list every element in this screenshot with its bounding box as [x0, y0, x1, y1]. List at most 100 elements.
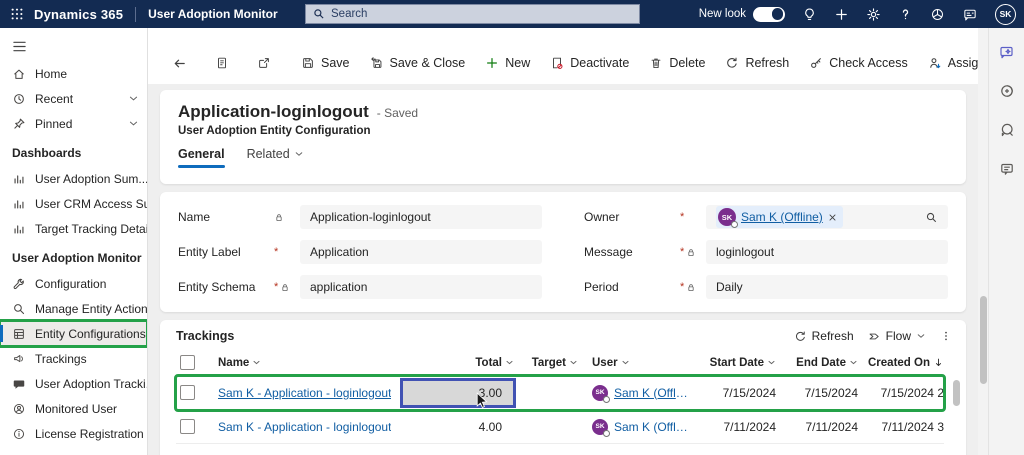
help-icon[interactable]: [898, 7, 913, 22]
tracking-record-link[interactable]: Sam K - Application - loginlogout: [218, 420, 391, 434]
record-title: Application-loginlogout: [178, 102, 369, 122]
form-selector-button[interactable]: [209, 51, 235, 75]
required-asterisk: *: [680, 246, 684, 258]
column-header-start-date[interactable]: Start Date: [690, 357, 776, 369]
apps-circle-icon[interactable]: [930, 7, 945, 22]
feedback-chat-icon[interactable]: [962, 7, 978, 22]
global-search[interactable]: [305, 4, 640, 24]
back-button[interactable]: [166, 51, 193, 76]
entity-label-field-input[interactable]: Application: [300, 240, 542, 264]
chat-search-icon[interactable]: [999, 122, 1015, 138]
message-field-input[interactable]: loginlogout: [706, 240, 948, 264]
flow-icon: [868, 330, 881, 343]
page-scrollbar[interactable]: [978, 28, 988, 455]
brand-title[interactable]: Dynamics 365: [34, 7, 123, 22]
period-field-input[interactable]: Daily: [706, 275, 948, 299]
sidebar-item-user-adoption-tracking[interactable]: User Adoption Tracki...: [0, 371, 147, 396]
column-header-target[interactable]: Target: [514, 357, 578, 369]
sidebar-item-user-crm-access-summary[interactable]: User CRM Access Su...: [0, 191, 147, 216]
quick-create-plus-icon[interactable]: [834, 7, 849, 22]
app-name[interactable]: User Adoption Monitor: [148, 7, 278, 21]
owner-chip[interactable]: SK Sam K (Offline): [716, 206, 843, 228]
sidebar-item-target-tracking-details[interactable]: Target Tracking Details: [0, 216, 147, 241]
owner-link[interactable]: Sam K (Offline): [741, 210, 823, 224]
wrench-icon: [12, 277, 26, 291]
offline-status-badge: [603, 396, 610, 403]
settings-gear-icon[interactable]: [866, 7, 881, 22]
chevron-down-icon: [767, 358, 776, 367]
lightbulb-icon[interactable]: [802, 7, 817, 22]
sidebar-item-label: Recent: [35, 92, 73, 106]
grid-flow-button[interactable]: Flow: [868, 329, 926, 343]
grid-scrollbar-thumb[interactable]: [953, 380, 960, 406]
grid-refresh-label: Refresh: [812, 329, 854, 343]
field-message: Message * loginlogout: [584, 240, 948, 264]
grid-refresh-button[interactable]: Refresh: [794, 329, 854, 343]
field-label: Message: [584, 245, 680, 259]
sidebar-item-pinned[interactable]: Pinned: [0, 111, 147, 136]
sidebar-item-user-adoption-summary[interactable]: User Adoption Sum...: [0, 166, 147, 191]
site-map-sidebar: Home Recent Pinned Dashboards User Adopt…: [0, 28, 148, 455]
field-entity-schema: Entity Schema * application: [178, 275, 542, 299]
search-input[interactable]: [331, 8, 632, 20]
save-button[interactable]: Save: [293, 51, 358, 75]
new-look-toggle[interactable]: [753, 7, 785, 22]
table-row[interactable]: Sam K - Application - loginlogout 4.00 S…: [176, 410, 944, 444]
entity-schema-field-input[interactable]: application: [300, 275, 542, 299]
sidebar-item-label: Target Tracking Details: [35, 222, 148, 236]
sidebar-item-home[interactable]: Home: [0, 61, 147, 86]
page-scrollbar-thumb[interactable]: [980, 296, 987, 384]
sidebar-item-configuration[interactable]: Configuration: [0, 271, 147, 296]
row-checkbox[interactable]: [180, 385, 195, 400]
sidebar-item-trackings[interactable]: Trackings: [0, 346, 147, 371]
created-on-cell: 7/15/2024 2: [858, 386, 944, 400]
tracking-record-link[interactable]: Sam K - Application - loginlogout: [218, 386, 391, 400]
owner-field[interactable]: SK Sam K (Offline): [706, 205, 948, 229]
sidebar-item-recent[interactable]: Recent: [0, 86, 147, 111]
new-button[interactable]: New: [477, 51, 538, 75]
deactivate-button[interactable]: Deactivate: [542, 51, 637, 75]
check-access-button[interactable]: Check Access: [801, 51, 916, 75]
sidebar-item-entity-configurations[interactable]: Entity Configurations: [0, 321, 147, 346]
sidebar-item-manage-entity-action[interactable]: Manage Entity Action: [0, 296, 147, 321]
trash-icon: [649, 56, 663, 70]
column-header-total[interactable]: Total: [402, 357, 514, 369]
lock-icon: [686, 282, 696, 293]
deactivate-icon: [550, 56, 564, 70]
column-header-user[interactable]: User: [578, 357, 690, 369]
copilot-icon[interactable]: [998, 44, 1015, 60]
total-cell-highlighted[interactable]: 3.00: [402, 380, 514, 406]
hamburger-menu-icon[interactable]: [0, 36, 147, 61]
offline-status-badge: [731, 221, 738, 228]
account-avatar[interactable]: SK: [995, 4, 1016, 25]
delete-button[interactable]: Delete: [641, 51, 713, 75]
popout-button[interactable]: [251, 51, 277, 75]
table-row[interactable]: Sam K - Application - loginlogout 3.00 S…: [176, 376, 944, 410]
chevron-down-icon[interactable]: [128, 118, 139, 129]
sidebar-item-license-registration[interactable]: License Registration: [0, 421, 147, 446]
close-icon[interactable]: [828, 213, 837, 222]
required-asterisk: *: [274, 281, 278, 293]
tab-general[interactable]: General: [178, 147, 225, 168]
user-record-link[interactable]: Sam K (Offline): [614, 386, 690, 400]
tab-related[interactable]: Related: [247, 147, 304, 168]
row-checkbox[interactable]: [180, 419, 195, 434]
record-header: Application-loginlogout - Saved User Ado…: [160, 90, 966, 184]
sidebar-item-monitored-user[interactable]: Monitored User: [0, 396, 147, 421]
column-header-end-date[interactable]: End Date: [776, 357, 858, 369]
activity-circle-icon[interactable]: [999, 83, 1015, 99]
select-all-checkbox[interactable]: [180, 355, 195, 370]
waffle-icon[interactable]: [0, 7, 34, 21]
refresh-button[interactable]: Refresh: [717, 51, 797, 75]
notes-bubble-icon[interactable]: [999, 161, 1015, 177]
grid-more-button[interactable]: [940, 330, 952, 342]
user-record-link[interactable]: Sam K (Offline): [614, 420, 690, 434]
column-header-name[interactable]: Name: [218, 357, 402, 369]
save-and-close-button[interactable]: Save & Close: [362, 51, 474, 75]
refresh-label: Refresh: [745, 56, 789, 70]
lookup-search-icon[interactable]: [925, 211, 938, 224]
column-header-created-on[interactable]: Created On: [858, 357, 944, 369]
chevron-down-icon[interactable]: [128, 93, 139, 104]
start-date-cell: 7/11/2024: [690, 420, 776, 434]
name-field-input[interactable]: Application-loginlogout: [300, 205, 542, 229]
